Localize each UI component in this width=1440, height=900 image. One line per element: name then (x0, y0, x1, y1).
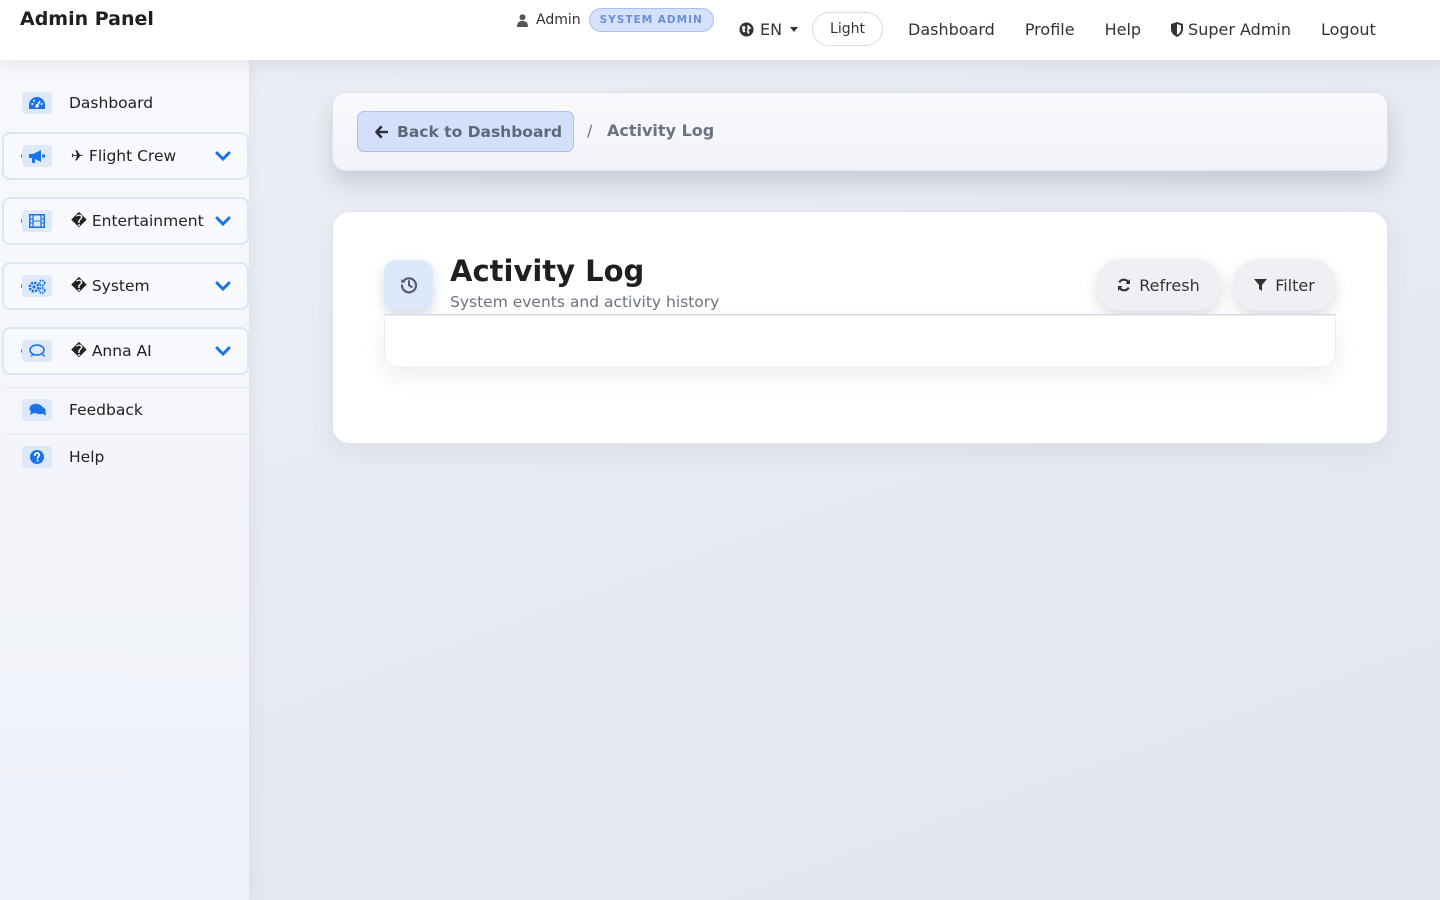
sidebar-group-anna-ai[interactable]: � Anna AI (2, 327, 249, 375)
nav-super-admin-link[interactable]: Super Admin (1156, 20, 1306, 39)
sidebar-group-flight-crew[interactable]: ✈ Flight Crew (2, 132, 249, 180)
nav-help-link[interactable]: Help (1090, 20, 1156, 39)
refresh-icon (1118, 278, 1131, 292)
history-icon (384, 260, 433, 309)
arrow-left-icon (375, 125, 388, 138)
chevron-down-icon (215, 346, 231, 357)
filter-icon (1254, 278, 1268, 291)
chat-icon (22, 340, 52, 362)
comments-icon (22, 399, 52, 421)
user-info: Admin SYSTEM ADMIN (517, 8, 714, 32)
film-icon (22, 210, 52, 232)
sidebar-group-system[interactable]: � System (2, 262, 249, 310)
page-subtitle: System events and activity history (450, 293, 720, 311)
megaphone-icon (22, 145, 52, 167)
cogs-icon (22, 275, 52, 297)
refresh-label: Refresh (1139, 275, 1200, 295)
breadcrumb-current: Activity Log (607, 121, 715, 140)
chevron-down-icon (215, 281, 231, 292)
chevron-down-icon (215, 151, 231, 162)
sidebar-group-label: � System (71, 277, 150, 295)
sidebar-group-label: ✈ Flight Crew (71, 147, 177, 165)
sidebar-item-label: Dashboard (69, 94, 154, 112)
sidebar: Dashboard ✈ Flight Crew � Entertainment … (0, 60, 249, 900)
theme-toggle-button[interactable]: Light (812, 12, 883, 46)
tachometer-icon (22, 92, 52, 114)
sidebar-item-dashboard[interactable]: Dashboard (4, 80, 249, 126)
sidebar-item-label: Feedback (69, 401, 143, 419)
page-title: Activity Log (450, 254, 645, 288)
breadcrumb: Back to Dashboard / Activity Log (332, 92, 1388, 171)
nav-logout-link[interactable]: Logout (1306, 20, 1391, 39)
refresh-button[interactable]: Refresh (1096, 259, 1221, 311)
filter-button[interactable]: Filter (1233, 259, 1336, 311)
top-nav-links: Dashboard Profile Help Super Admin Logou… (893, 17, 1391, 41)
sidebar-item-feedback[interactable]: Feedback (4, 387, 249, 433)
activity-log-card: Activity Log System events and activity … (332, 211, 1388, 444)
role-badge: SYSTEM ADMIN (588, 8, 714, 32)
chevron-down-icon (215, 216, 231, 227)
brand-title[interactable]: Admin Panel (20, 8, 154, 30)
activity-log-list (384, 315, 1336, 367)
question-circle-icon (22, 446, 52, 468)
nav-dashboard-link[interactable]: Dashboard (893, 20, 1010, 39)
language-label: EN (760, 19, 783, 39)
back-button-label: Back to Dashboard (397, 122, 563, 141)
back-to-dashboard-button[interactable]: Back to Dashboard (357, 111, 574, 152)
language-selector[interactable]: EN (739, 18, 799, 40)
caret-down-icon (790, 26, 799, 32)
nav-profile-link[interactable]: Profile (1010, 20, 1090, 39)
sidebar-item-help[interactable]: Help (4, 434, 249, 480)
filter-label: Filter (1275, 275, 1315, 295)
super-admin-label: Super Admin (1188, 19, 1291, 39)
globe-icon (739, 21, 754, 37)
sidebar-group-entertainment[interactable]: � Entertainment (2, 197, 249, 245)
top-navbar: Admin Panel Admin SYSTEM ADMIN EN Light … (0, 0, 1440, 60)
user-icon (517, 13, 528, 27)
breadcrumb-separator: / (587, 121, 593, 140)
shield-icon (1171, 21, 1184, 37)
user-name: Admin (536, 12, 581, 28)
sidebar-item-label: Help (69, 448, 105, 466)
sidebar-group-label: � Anna AI (71, 342, 152, 360)
sidebar-group-label: � Entertainment (71, 212, 204, 230)
